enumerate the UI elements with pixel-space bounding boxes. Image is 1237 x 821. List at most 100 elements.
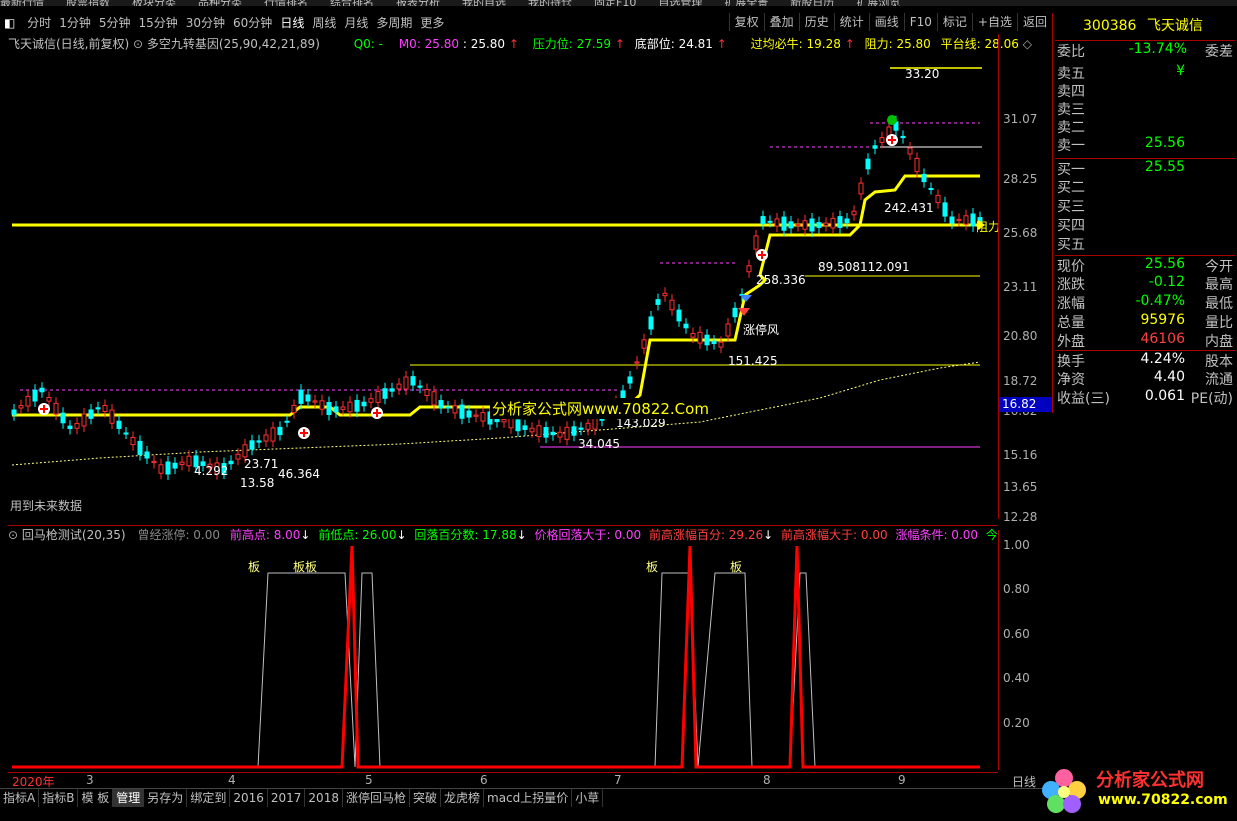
indicator-toggle-icon[interactable]: ⊙ (133, 37, 143, 51)
sub-tick: 1.00 (1003, 538, 1030, 552)
candle-body (88, 409, 94, 419)
toolbar-button[interactable]: F10 (903, 13, 937, 31)
candle-body (109, 409, 115, 424)
quote-label-right: 股本 (1205, 354, 1233, 370)
green-dot-icon (887, 115, 897, 125)
bottom-tab[interactable]: 2018 (305, 789, 343, 807)
ban-label-3: 板 (646, 560, 658, 574)
candle-body (326, 402, 332, 415)
candle-body (249, 440, 255, 450)
period-tab[interactable]: 60分钟 (229, 13, 276, 33)
date-tick: 6 (480, 773, 488, 787)
toolbar-button[interactable]: 返回 (1016, 13, 1052, 31)
flower-logo-icon (1042, 769, 1086, 813)
indicator-name[interactable]: 多空九转基因(25,90,42,21,89) (147, 37, 320, 51)
candle-body (508, 417, 514, 429)
period-tab[interactable]: 5分钟 (95, 13, 135, 33)
candle-body (501, 418, 507, 423)
bottom-tab[interactable]: 绑定到 (187, 789, 231, 807)
bottom-tab[interactable]: 2016 (230, 789, 268, 807)
menu-item[interactable]: 我的自选 (462, 0, 506, 6)
candle-body (830, 217, 836, 229)
quote-label: 涨跌 (1057, 277, 1085, 293)
bottom-tab[interactable]: 指标B (39, 789, 79, 807)
toolbar-button[interactable]: 历史 (798, 13, 834, 31)
candle-body (410, 376, 416, 386)
candle-body (277, 426, 283, 436)
sub-chart[interactable]: 板 板板 板 板 (0, 541, 998, 771)
period-tab[interactable]: 1分钟 (55, 13, 95, 33)
menu-item[interactable]: 最新行情 (0, 0, 44, 6)
menu-item[interactable]: 板块分类 (132, 0, 176, 6)
menu-item[interactable]: 我的持仓 (528, 0, 572, 6)
period-tab[interactable]: 30分钟 (182, 13, 229, 33)
period-tab[interactable]: 更多 (416, 13, 448, 33)
price-tick: 28.25 (1003, 172, 1038, 186)
candle-body (333, 406, 339, 413)
candle-body (74, 422, 80, 429)
candle-body (291, 404, 297, 414)
toolbar-button[interactable]: 标记 (936, 13, 972, 31)
menu-item[interactable]: 行情排名 (264, 0, 308, 6)
candle-body (564, 426, 570, 440)
menu-item[interactable]: 扩展浏览 (856, 0, 900, 6)
bottom-tab[interactable]: 小草 (572, 789, 604, 807)
bottom-tab[interactable]: 模 板 (78, 789, 114, 807)
toolbar-button[interactable]: 复权 (728, 13, 764, 31)
candle-body (543, 427, 549, 438)
toolbar-button[interactable]: +自选 (971, 13, 1017, 31)
period-tab[interactable]: 分时 (23, 13, 55, 33)
period-toolbar: ◧ 分时 1分钟 5分钟 15分钟 30分钟 60分钟 日线 周线 月线 多周期 更多 复权 叠加 历史… (0, 13, 1052, 33)
menu-item[interactable]: 股票指数 (66, 0, 110, 6)
menu-item[interactable]: 新股日历 (790, 0, 834, 6)
sub-indicator-name[interactable]: 回马枪测试(20,35) (22, 528, 126, 542)
menu-item[interactable]: 自选管理 (658, 0, 702, 6)
period-tab[interactable]: 15分钟 (134, 13, 181, 33)
sub-toggle-icon[interactable]: ⊙ (8, 528, 18, 542)
quote-label-right: PE(动) (1190, 391, 1233, 407)
bottom-tab[interactable]: 涨停回马枪 (343, 789, 410, 807)
right-bottom-tab[interactable]: 日线 (1012, 773, 1036, 790)
sub-axis: 1.00 0.80 0.60 0.40 0.20 (998, 530, 1053, 770)
period-tab[interactable]: 月线 (340, 13, 372, 33)
menu-item[interactable]: 扩展全景 (724, 0, 768, 6)
quote-row: 换手 4.24% 股本 (1055, 350, 1235, 370)
candle-body (788, 221, 794, 229)
candle-body (81, 413, 87, 427)
candle-body (522, 425, 528, 430)
bottom-tab[interactable]: 龙虎榜 (441, 789, 485, 807)
menu-item[interactable]: 综合排名 (330, 0, 374, 6)
bottom-tab[interactable]: 2017 (268, 789, 306, 807)
label-242: 242.431 (884, 201, 934, 215)
candle-body (746, 265, 752, 273)
bottom-tab[interactable]: 另存为 (144, 789, 188, 807)
bottom-tab[interactable]: 管理 (113, 789, 145, 807)
toolbar-button[interactable]: 画线 (868, 13, 904, 31)
buy-marker-icon (886, 134, 898, 146)
candle-body (767, 220, 773, 223)
candle-body (935, 194, 941, 204)
candle-body (354, 399, 360, 412)
bottom-tab[interactable]: macd上拐量价 (484, 789, 573, 807)
quote-label: 收益(三) (1057, 391, 1110, 407)
period-tab[interactable]: 周线 (308, 13, 340, 33)
bottom-tab[interactable]: 突破 (410, 789, 441, 807)
menu-item[interactable]: 品种分类 (198, 0, 242, 6)
menu-item[interactable]: 固定F10 (594, 0, 636, 6)
menu-item[interactable]: 报表分析 (396, 0, 440, 6)
date-tick: 9 (898, 773, 906, 787)
toolbar-button[interactable]: 叠加 (763, 13, 799, 31)
quote-label: 净资 (1057, 372, 1085, 388)
menu-toggle-icon[interactable]: ◧ (0, 13, 19, 33)
toolbar-button[interactable]: 统计 (833, 13, 869, 31)
price-tick: 15.16 (1003, 448, 1038, 462)
main-chart[interactable] (0, 50, 998, 520)
bottom-tab[interactable]: 指标A (0, 789, 40, 807)
candle-body (144, 451, 150, 459)
candle-body (137, 440, 143, 456)
sell-price: 25.56 (1144, 135, 1185, 151)
period-tab[interactable]: 多周期 (372, 13, 416, 33)
price-axis: 31.07 28.25 25.68 23.11 20.80 18.72 16.82 15.16… (998, 34, 1054, 524)
period-tab[interactable]: 日线 (276, 13, 308, 33)
candle-body (46, 397, 52, 402)
